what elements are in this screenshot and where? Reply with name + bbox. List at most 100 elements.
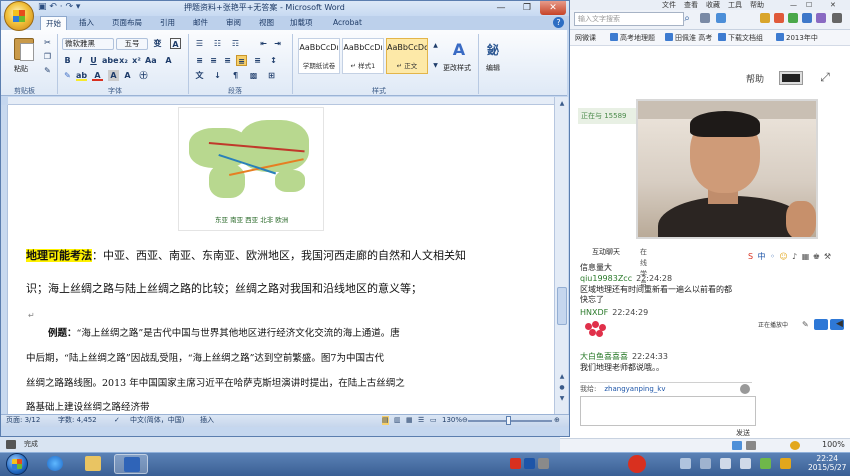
editing-icon[interactable]: 鉍: [484, 40, 502, 60]
tab-references[interactable]: 引用: [160, 17, 175, 29]
recipient-name[interactable]: zhangyanping_kv: [604, 385, 665, 393]
bullets-icon[interactable]: ☰: [194, 38, 205, 49]
borders-icon[interactable]: ⊞: [266, 70, 277, 81]
increase-indent-icon[interactable]: ⇥: [272, 38, 283, 49]
vertical-ruler[interactable]: [1, 105, 8, 414]
video-toggle-button[interactable]: [814, 319, 828, 330]
menu-tools[interactable]: 工具: [728, 0, 742, 10]
speaker-icon[interactable]: ◀: [836, 319, 843, 329]
tray-arrow-icon[interactable]: [700, 458, 711, 469]
justify-icon[interactable]: ≡: [236, 55, 247, 66]
outline-icon[interactable]: ☰: [418, 416, 424, 425]
taskbar-app-explorer[interactable]: [76, 454, 110, 474]
tab-chat[interactable]: 互动聊天: [592, 247, 620, 258]
styles-scroll-icon[interactable]: ▲: [430, 40, 441, 51]
subscript-icon[interactable]: x₂: [118, 55, 129, 66]
tab-mailings[interactable]: 邮件: [193, 17, 208, 29]
help-icon[interactable]: ?: [553, 17, 564, 28]
distributed-icon[interactable]: ≡: [252, 55, 263, 66]
horizontal-ruler[interactable]: [8, 97, 560, 105]
chat-username[interactable]: 大白鱼喜喜喜: [580, 352, 628, 361]
restore-icon[interactable]: ❐: [514, 1, 540, 15]
vertical-scrollbar[interactable]: ▲ ▲ ● ▼: [554, 97, 568, 414]
align-left-icon[interactable]: ≡: [194, 55, 205, 66]
decrease-indent-icon[interactable]: ⇤: [258, 38, 269, 49]
tray-360-icon[interactable]: [628, 455, 646, 473]
italic-icon[interactable]: I: [75, 55, 86, 66]
highlight-color-icon[interactable]: ab: [76, 70, 87, 81]
draft-icon[interactable]: ▭: [430, 416, 437, 425]
format-painter-icon[interactable]: ✎: [42, 65, 53, 76]
font-name-select[interactable]: 微软雅黑: [62, 38, 114, 50]
emoji-icon[interactable]: ☺: [779, 252, 788, 262]
search-input[interactable]: 输入文字搜索: [574, 12, 684, 26]
pen-icon[interactable]: ✎: [802, 320, 814, 330]
punctuation-icon[interactable]: ◦: [768, 252, 777, 262]
quick-access-toolbar[interactable]: ▣ ↶ · ↷ ▾: [38, 2, 80, 12]
underline-icon[interactable]: U: [88, 55, 99, 66]
change-styles-label[interactable]: 更改样式: [443, 63, 471, 73]
emoji-button-icon[interactable]: [740, 384, 750, 394]
editing-label[interactable]: 编辑: [486, 63, 500, 73]
paste-icon[interactable]: [14, 38, 34, 61]
mail-icon[interactable]: [802, 13, 812, 23]
search-icon[interactable]: ⌕: [680, 12, 694, 26]
tab-insert[interactable]: 插入: [79, 17, 94, 29]
sort-icon[interactable]: ↓: [212, 70, 223, 81]
full-screen-reading-icon[interactable]: ▥: [394, 416, 401, 425]
tools-icon[interactable]: ⚒: [823, 252, 832, 262]
web-layout-icon[interactable]: ▦: [406, 416, 413, 425]
zoom-level[interactable]: 130%: [442, 416, 462, 425]
tray-flag-icon[interactable]: [680, 458, 691, 469]
favorite-item[interactable]: 下载文档组: [718, 32, 763, 44]
favorite-item[interactable]: 田佩淮 高考: [665, 32, 712, 44]
word-count[interactable]: 字数: 4,452: [58, 416, 97, 425]
minimize-icon[interactable]: —: [488, 1, 514, 15]
styles-more-icon[interactable]: ▼: [430, 60, 441, 71]
menu-icon[interactable]: [832, 13, 842, 23]
send-button[interactable]: 发送: [736, 428, 750, 438]
tab-home[interactable]: 开始: [40, 16, 67, 30]
clear-format-icon[interactable]: A: [163, 55, 174, 66]
style-quick-item-selected[interactable]: AaBbCcDd ↵ 正文: [386, 38, 428, 74]
strikethrough-icon[interactable]: abe: [102, 55, 119, 66]
grow-font-icon[interactable]: A: [122, 70, 133, 81]
font-size-select[interactable]: 五号: [116, 38, 148, 50]
phonetic-guide-icon[interactable]: 变: [152, 38, 163, 49]
chat-username[interactable]: qiu19983Zcc: [580, 274, 632, 283]
change-case-icon[interactable]: Aa: [145, 55, 157, 66]
print-layout-icon[interactable]: ▤: [382, 416, 389, 425]
chat-username[interactable]: HNXDF: [580, 308, 608, 317]
tab-review[interactable]: 审阅: [226, 17, 241, 29]
tray-ime-icon[interactable]: [524, 458, 535, 469]
chinese-ime-icon[interactable]: 中: [757, 252, 766, 262]
bold-icon[interactable]: B: [62, 55, 73, 66]
favorite-item[interactable]: 2013年中: [776, 32, 818, 44]
select-browse-object-icon[interactable]: ●: [557, 383, 567, 393]
zoom-slider-thumb[interactable]: [506, 416, 511, 425]
folder-icon[interactable]: [788, 13, 798, 23]
menu-view[interactable]: 查看: [684, 0, 698, 10]
lock-icon[interactable]: [816, 13, 826, 23]
zoom-in-icon[interactable]: ⊕: [554, 416, 560, 425]
office-button[interactable]: [4, 1, 34, 31]
shading-icon[interactable]: ▩: [248, 70, 259, 81]
maximize-icon[interactable]: ☐: [806, 0, 812, 10]
tray-sogou-icon[interactable]: [510, 458, 521, 469]
char-border-icon[interactable]: A: [170, 38, 181, 49]
screen-mode-button[interactable]: [779, 71, 803, 85]
menu-favorites[interactable]: 收藏: [706, 0, 720, 10]
favorite-item[interactable]: 高考地理题: [610, 32, 655, 44]
tray-chat-icon[interactable]: [780, 458, 791, 469]
skin-icon[interactable]: ♚: [812, 252, 821, 262]
align-right-icon[interactable]: ≡: [222, 55, 233, 66]
scrollbar-thumb[interactable]: [557, 287, 567, 325]
prev-page-icon[interactable]: ▲: [557, 372, 567, 382]
copy-icon[interactable]: ❐: [42, 51, 53, 62]
cut-icon[interactable]: ✂: [42, 37, 53, 48]
grid-icon[interactable]: [716, 13, 726, 23]
page-count[interactable]: 页面: 3/12: [6, 416, 40, 425]
next-page-icon[interactable]: ▼: [557, 394, 567, 404]
taskbar-app-word[interactable]: [114, 454, 148, 474]
insert-mode[interactable]: 插入: [200, 416, 214, 425]
